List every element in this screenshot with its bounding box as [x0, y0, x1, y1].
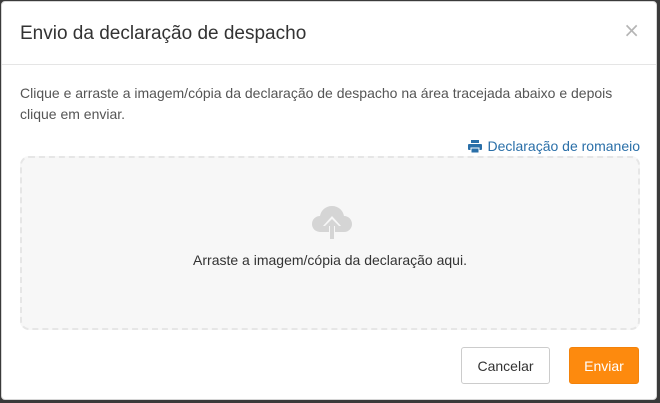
dropzone-text: Arraste a imagem/cópia da declaração aqu… [193, 252, 467, 268]
romaneio-declaration-link[interactable]: Declaração de romaneio [468, 136, 640, 156]
cancel-button[interactable]: Cancelar [461, 347, 550, 384]
close-icon[interactable]: × [623, 20, 640, 40]
modal-header: Envio da declaração de despacho × [2, 2, 656, 65]
file-dropzone[interactable]: Arraste a imagem/cópia da declaração aqu… [20, 156, 640, 330]
romaneio-link-label: Declaração de romaneio [487, 138, 640, 154]
printer-icon [468, 139, 483, 153]
upload-dispatch-declaration-modal: Envio da declaração de despacho × Clique… [1, 1, 657, 400]
instructions-text: Clique e arraste a imagem/cópia da decla… [20, 85, 613, 122]
modal-title: Envio da declaração de despacho [20, 23, 307, 44]
send-button[interactable]: Enviar [569, 347, 639, 384]
cloud-upload-icon [312, 206, 352, 240]
